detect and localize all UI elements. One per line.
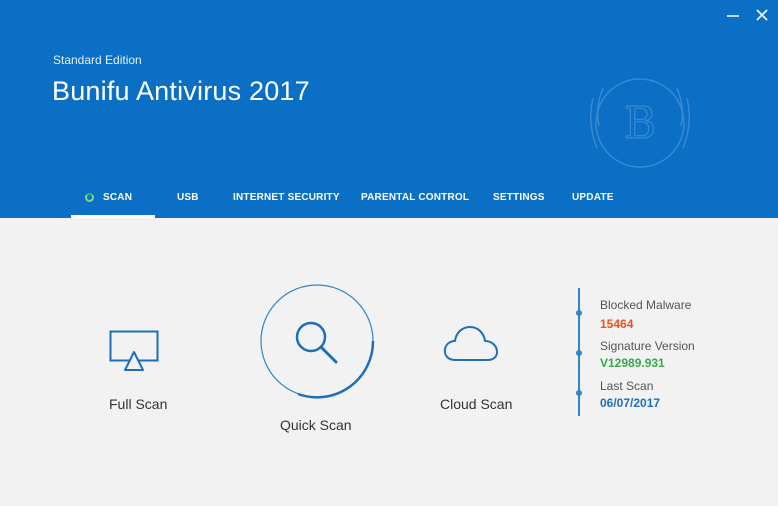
signature-version-label: Signature Version [600,339,695,353]
last-scan-value: 06/07/2017 [600,396,661,410]
blocked-malware-value: 15464 [600,317,634,331]
stats-marker [576,310,582,316]
tab-scan-label: SCAN [103,192,133,203]
minimize-icon [727,15,739,17]
scan-panel: Full Scan Quick Scan Cloud Scan Blocked … [0,218,778,506]
brand-logo-icon: B [590,78,690,168]
full-scan-button[interactable]: Full Scan [100,326,170,416]
quick-scan-button[interactable]: Quick Scan [258,282,378,442]
signature-version-value: V12989.931 [600,356,665,370]
tab-usb-label: USB [177,192,199,203]
close-icon [756,9,768,21]
edition-label: Standard Edition [53,53,142,67]
cloud-scan-label: Cloud Scan [440,396,513,412]
tab-update-label: UPDATE [572,192,614,203]
header-bar: Standard Edition Bunifu Antivirus 2017 B… [0,0,778,218]
stats-marker [576,390,582,396]
blocked-malware-label: Blocked Malware [600,298,692,312]
minimize-button[interactable] [722,4,744,26]
cloud-scan-button[interactable]: Cloud Scan [436,322,516,416]
svg-text:B: B [624,98,656,149]
stats-panel: Blocked Malware 15464 Signature Version … [576,288,768,418]
tab-usb[interactable]: USB [177,186,199,218]
monitor-icon [109,330,159,371]
last-scan-label: Last Scan [600,379,654,393]
cloud-icon [443,326,498,361]
tab-settings-label: SETTINGS [493,192,545,203]
quick-scan-label: Quick Scan [280,417,352,433]
tab-settings[interactable]: SETTINGS [493,186,545,218]
stats-marker [576,350,582,356]
scan-status-icon [85,193,94,202]
tab-scan[interactable]: SCAN [71,186,155,218]
tab-internet-security[interactable]: INTERNET SECURITY [233,186,340,218]
tab-parental-control-label: PARENTAL CONTROL [361,192,470,203]
full-scan-label: Full Scan [109,396,168,412]
magnifier-icon [295,321,338,364]
app-title: Bunifu Antivirus 2017 [52,76,310,106]
tab-parental-control[interactable]: PARENTAL CONTROL [361,186,469,218]
tab-update[interactable]: UPDATE [572,186,614,218]
main-tabs: SCAN USB INTERNET SECURITY PARENTAL CONT… [0,186,778,218]
close-button[interactable] [751,4,773,26]
tab-internet-security-label: INTERNET SECURITY [233,192,340,203]
